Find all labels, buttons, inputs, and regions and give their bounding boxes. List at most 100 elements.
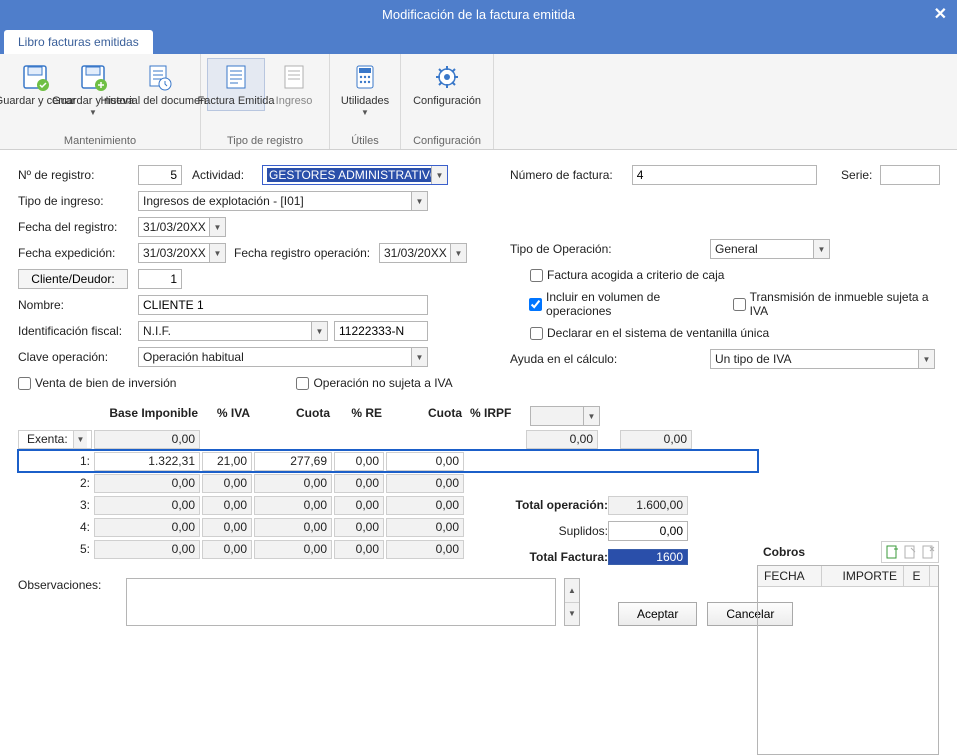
fecha-reg-op-label: Fecha registro operación: xyxy=(234,246,379,260)
pct-re-input[interactable]: 0,00 xyxy=(334,452,384,471)
chevron-down-icon[interactable]: ▼ xyxy=(311,322,327,340)
iva-header: Base Imponible % IVA Cuota % RE Cuota % … xyxy=(18,404,758,428)
textarea-scrollbar[interactable]: ▲ ▼ xyxy=(564,578,580,626)
actividad-label: Actividad: xyxy=(192,168,262,182)
fecha-exped-label: Fecha expedición: xyxy=(18,246,138,260)
cuota-input[interactable]: 0,00 xyxy=(254,474,332,493)
venta-bien-check[interactable]: Venta de bien de inversión xyxy=(18,376,176,390)
cobros-panel: Cobros FECHA IMPORTE E xyxy=(757,539,939,755)
chevron-down-icon[interactable]: ▼ xyxy=(813,240,829,258)
chevron-down-icon[interactable]: ▼ xyxy=(918,350,934,368)
cliente-deudor-button[interactable]: Cliente/Deudor: xyxy=(18,269,128,289)
base-input[interactable]: 0,00 xyxy=(94,474,200,493)
pct-iva-input[interactable]: 0,00 xyxy=(202,540,252,559)
chevron-down-icon[interactable]: ▼ xyxy=(450,244,466,262)
fecha-reg-op-input[interactable]: 31/03/20XX ▼ xyxy=(379,243,467,263)
cuota-input[interactable]: 0,00 xyxy=(254,496,332,515)
chevron-down-icon[interactable]: ▼ xyxy=(431,166,447,184)
pct-iva-input[interactable]: 0,00 xyxy=(202,518,252,537)
serie-input[interactable] xyxy=(880,165,940,185)
factura-caja-check[interactable]: Factura acogida a criterio de caja xyxy=(530,268,724,282)
cuota-re-input[interactable]: 0,00 xyxy=(386,452,464,471)
irpf-pct-select[interactable]: ▼ xyxy=(530,406,600,426)
tipo-ingreso-select[interactable]: Ingresos de explotación - [I01] ▼ xyxy=(138,191,428,211)
config-button[interactable]: Configuración xyxy=(407,58,487,111)
numero-factura-input[interactable] xyxy=(632,165,817,185)
cliente-id-input[interactable] xyxy=(138,269,182,289)
invoice-icon xyxy=(220,61,252,93)
ribbon-group-config: Configuración xyxy=(407,133,487,147)
cobros-table[interactable]: FECHA IMPORTE E xyxy=(757,565,939,755)
delete-cobro-icon[interactable] xyxy=(920,544,936,560)
declarar-ventanilla-check[interactable]: Declarar en el sistema de ventanilla úni… xyxy=(530,326,769,340)
cuota-input[interactable]: 277,69 xyxy=(254,452,332,471)
cuota-re-input[interactable]: 0,00 xyxy=(386,518,464,537)
pct-iva-input[interactable]: 21,00 xyxy=(202,452,252,471)
total-op-value: 1.600,00 xyxy=(608,496,688,515)
tipo-operacion-select[interactable]: General ▼ xyxy=(710,239,830,259)
ident-num-input[interactable] xyxy=(334,321,428,341)
suplidos-input[interactable] xyxy=(608,521,688,541)
numero-factura-label: Número de factura: xyxy=(510,168,632,182)
ribbon-group-utiles: Útiles xyxy=(336,133,394,147)
ident-tipo-select[interactable]: N.I.F. ▼ xyxy=(138,321,328,341)
titlebar: Modificación de la factura emitida ✕ xyxy=(0,0,957,28)
scroll-up-icon[interactable]: ▲ xyxy=(565,579,579,603)
fecha-registro-input[interactable]: 31/03/20XX ▼ xyxy=(138,217,226,237)
op-no-iva-check[interactable]: Operación no sujeta a IVA xyxy=(296,376,452,390)
tab-libro-facturas[interactable]: Libro facturas emitidas xyxy=(4,30,153,54)
chevron-down-icon: ▼ xyxy=(361,108,369,117)
cuota-input[interactable]: 0,00 xyxy=(254,540,332,559)
chevron-down-icon[interactable]: ▼ xyxy=(73,431,87,448)
exenta-value[interactable]: 0,00 xyxy=(94,430,200,449)
ayuda-calc-select[interactable]: Un tipo de IVA ▼ xyxy=(710,349,935,369)
ribbon-group-maint: Mantenimiento xyxy=(6,133,194,147)
close-icon[interactable]: ✕ xyxy=(934,4,947,24)
transmision-inmueble-check[interactable]: Transmisión de inmueble sujeta a IVA xyxy=(733,290,940,318)
ayuda-calc-label: Ayuda en el cálculo: xyxy=(510,352,635,366)
pct-re-input[interactable]: 0,00 xyxy=(334,540,384,559)
observaciones-textarea[interactable] xyxy=(126,578,556,626)
add-cobro-icon[interactable] xyxy=(884,544,900,560)
aceptar-button[interactable]: Aceptar xyxy=(618,602,697,626)
pct-re-input[interactable]: 0,00 xyxy=(334,496,384,515)
chevron-down-icon[interactable]: ▼ xyxy=(209,218,225,236)
ribbon-group-tipo: Tipo de registro xyxy=(207,133,323,147)
cuota-re-input[interactable]: 0,00 xyxy=(386,496,464,515)
irpf-ret[interactable]: 0,00 xyxy=(620,430,692,449)
ident-fiscal-label: Identificación fiscal: xyxy=(18,324,138,338)
cuota-input[interactable]: 0,00 xyxy=(254,518,332,537)
base-input[interactable]: 1.322,31 xyxy=(94,452,200,471)
pct-re-input[interactable]: 0,00 xyxy=(334,474,384,493)
actividad-select[interactable]: GESTORES ADMINISTRATIVOS ▼ xyxy=(262,165,448,185)
chevron-down-icon[interactable]: ▼ xyxy=(411,348,427,366)
fecha-exped-input[interactable]: 31/03/20XX ▼ xyxy=(138,243,226,263)
save-new-button[interactable]: Guardar y nueva ▼ xyxy=(64,58,122,120)
iva-row-label: 5: xyxy=(18,540,94,558)
base-input[interactable]: 0,00 xyxy=(94,540,200,559)
chevron-down-icon[interactable]: ▼ xyxy=(411,192,427,210)
nombre-input[interactable] xyxy=(138,295,428,315)
scroll-down-icon[interactable]: ▼ xyxy=(565,603,579,626)
utilidades-button[interactable]: Utilidades ▼ xyxy=(336,58,394,120)
n-registro-input[interactable] xyxy=(138,165,182,185)
base-input[interactable]: 0,00 xyxy=(94,496,200,515)
pct-iva-input[interactable]: 0,00 xyxy=(202,496,252,515)
total-factura-value[interactable]: 1600 xyxy=(608,549,688,565)
cuota-re-input[interactable]: 0,00 xyxy=(386,540,464,559)
tipo-ingreso-label: Tipo de ingreso: xyxy=(18,194,138,208)
n-registro-label: Nº de registro: xyxy=(18,168,138,182)
clave-op-select[interactable]: Operación habitual ▼ xyxy=(138,347,428,367)
pct-re-input[interactable]: 0,00 xyxy=(334,518,384,537)
base-input[interactable]: 0,00 xyxy=(94,518,200,537)
chevron-down-icon[interactable]: ▼ xyxy=(583,407,599,425)
cuota-re-input[interactable]: 0,00 xyxy=(386,474,464,493)
chevron-down-icon[interactable]: ▼ xyxy=(209,244,225,262)
pct-iva-input[interactable]: 0,00 xyxy=(202,474,252,493)
exenta-select[interactable]: Exenta: ▼ xyxy=(18,430,92,449)
iva-row-1: 1:1.322,3121,00277,690,000,00 xyxy=(18,450,758,472)
edit-cobro-icon[interactable] xyxy=(902,544,918,560)
iva-row-label: 2: xyxy=(18,474,94,492)
incluir-volumen-check[interactable]: Incluir en volumen de operaciones xyxy=(529,290,719,318)
irpf-cuota[interactable]: 0,00 xyxy=(526,430,598,449)
